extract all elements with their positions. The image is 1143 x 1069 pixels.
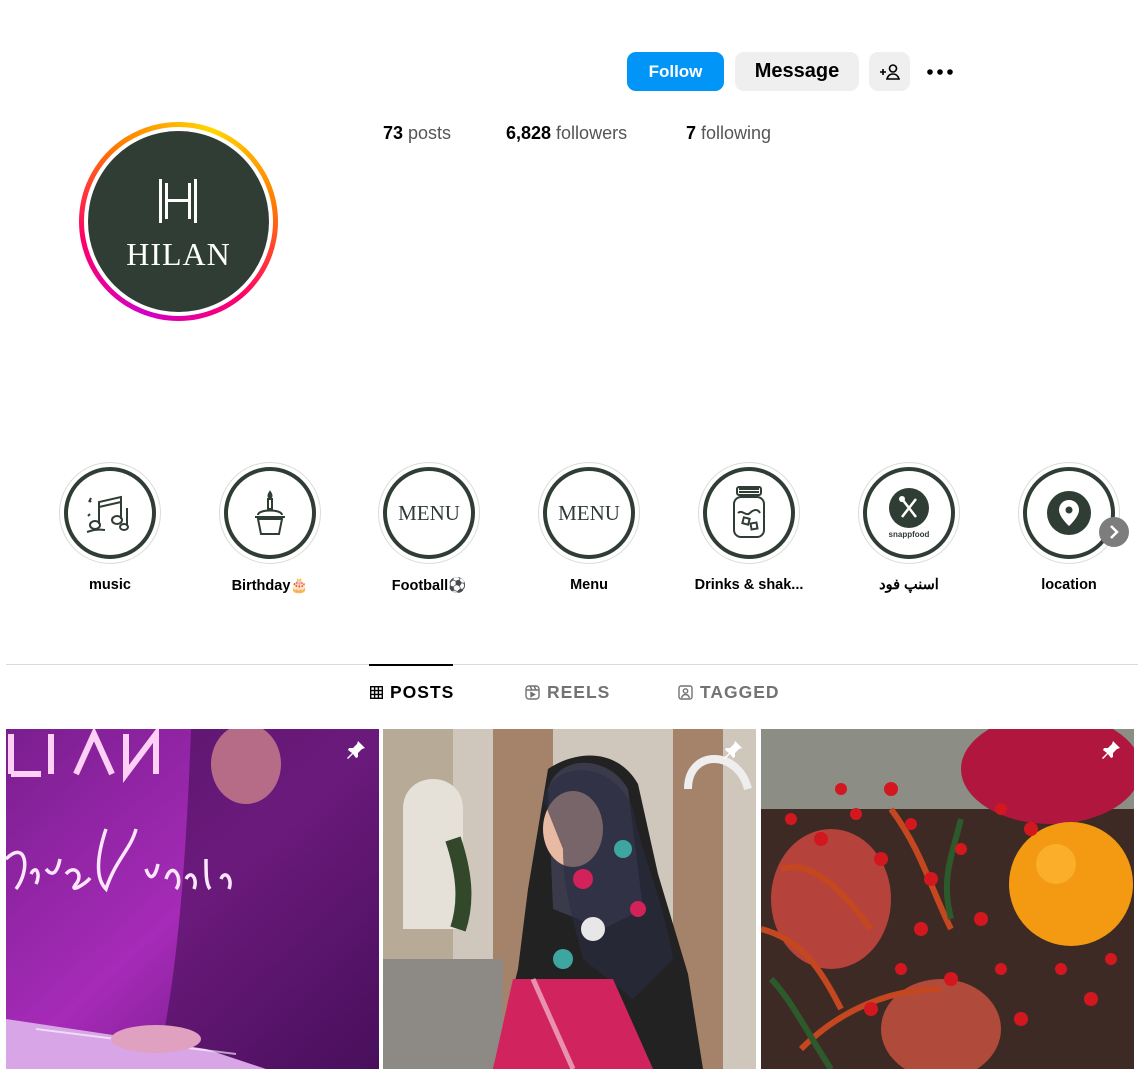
highlight-label: Football⚽ [391, 578, 467, 594]
posts-count: 73 [383, 123, 404, 143]
highlight-label: location [1041, 577, 1097, 593]
menu-logo-text: MENU [558, 500, 620, 525]
post-pomegranate-orange[interactable] [761, 729, 1134, 1069]
post-image [761, 729, 1134, 1069]
location-pin-icon [1047, 491, 1091, 535]
highlight-label: Menu [570, 577, 608, 593]
highlight-label: Birthday🎂 [231, 578, 309, 594]
post-live-music[interactable] [6, 729, 379, 1069]
following-count: 7 [686, 123, 697, 143]
snappfood-text: snappfood [888, 530, 930, 539]
pinned-icon [1102, 741, 1120, 759]
highlight-football[interactable]: MENU Football⚽ [359, 462, 499, 602]
message-button[interactable]: Message [735, 52, 859, 91]
posts-label: posts [408, 123, 452, 143]
tab-posts-label: POSTS [390, 682, 455, 702]
tab-reels[interactable]: REELS [525, 682, 610, 703]
cupcake-icon [255, 490, 285, 535]
active-tab-indicator [369, 664, 453, 666]
followers-label: followers [556, 123, 628, 143]
hilan-logo-icon [159, 179, 197, 223]
highlight-snappfood[interactable]: snappfood اسنپ فود [839, 462, 979, 602]
more-options-button[interactable] [919, 52, 961, 91]
following-stat[interactable]: 7 following [686, 123, 771, 144]
posts-stat: 73 posts [383, 123, 506, 144]
highlight-label: اسنپ فود [879, 577, 939, 593]
tab-tagged-label: TAGGED [700, 682, 780, 702]
follow-button[interactable]: Follow [627, 52, 724, 91]
profile-name-logo: HILAN [126, 236, 231, 272]
suggest-user-button[interactable] [869, 52, 910, 91]
following-label: following [701, 123, 772, 143]
more-dots-icon [927, 68, 953, 75]
tab-tagged[interactable]: TAGGED [678, 682, 780, 703]
highlight-music[interactable]: music [40, 462, 180, 602]
highlights-next-button[interactable] [1099, 517, 1129, 547]
tabs-divider [6, 664, 1138, 665]
add-person-icon [879, 63, 900, 80]
profile-stats: 73 posts 6,828 followers 7 following [383, 123, 771, 144]
tab-reels-label: REELS [547, 682, 611, 702]
tab-posts[interactable]: POSTS [370, 682, 454, 703]
reels-icon [525, 685, 540, 700]
pinned-icon [347, 741, 365, 759]
music-notes-icon [86, 495, 129, 533]
jar-icon [733, 486, 765, 538]
highlight-label: music [89, 577, 131, 593]
grid-icon [370, 686, 383, 699]
snappfood-icon [889, 488, 929, 528]
menu-logo-text: MENU [398, 500, 460, 525]
post-image [383, 729, 756, 1069]
highlight-menu[interactable]: MENU Menu [519, 462, 659, 602]
pinned-icon [724, 741, 742, 759]
highlight-drinks[interactable]: Drinks & shak... [679, 462, 819, 602]
highlight-label: Drinks & shak... [694, 577, 804, 593]
post-woman-scarf[interactable] [383, 729, 756, 1069]
followers-count: 6,828 [506, 123, 552, 143]
post-image [6, 729, 379, 1069]
followers-stat[interactable]: 6,828 followers [506, 123, 686, 144]
highlight-birthday[interactable]: Birthday🎂 [200, 462, 340, 602]
tagged-icon [678, 685, 693, 700]
chevron-right-icon [1110, 525, 1119, 539]
profile-avatar[interactable]: HILAN [79, 122, 278, 321]
